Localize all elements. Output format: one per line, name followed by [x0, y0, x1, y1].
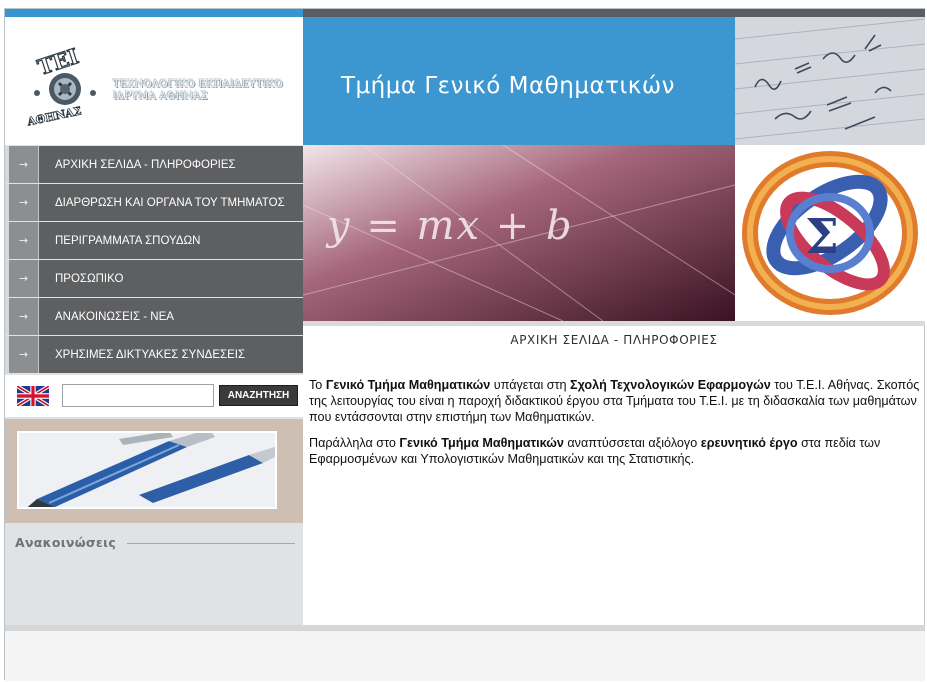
- svg-text:ΑΘΗΝΑΣ: ΑΘΗΝΑΣ: [25, 104, 83, 127]
- left-sidebar: ΤΕΙ ΑΘΗΝΑΣ ΤΕΧΝΟΛΟΓΙΚΟ ΕΚΠΑΙΔΕΥΤΙΚΟ ΙΔΡΥ…: [5, 9, 303, 625]
- footer: [5, 631, 925, 681]
- p2-bold-b: Γενικό Τμήμα Μαθηματικών: [399, 436, 564, 450]
- banner-equation: y = mx + b: [327, 203, 574, 249]
- top-accent-bar-left: [5, 9, 303, 17]
- institution-name-line2: ΙΔΡΥΜΑ ΑΘΗΝΑΣ: [113, 91, 208, 102]
- paragraph-1: Το Γενικό Τμήμα Μαθηματικών υπάγεται στη…: [309, 377, 921, 425]
- handwritten-math-illustration-icon: [735, 9, 925, 145]
- announcements-title: Ανακοινώσεις: [15, 535, 117, 550]
- p2-text-c: αναπτύσσεται αξιόλογο: [563, 436, 701, 450]
- p1-text-c: υπάγεται στη: [490, 378, 571, 392]
- search-bar: ΑΝΑΖΗΤΗΣΗ: [5, 375, 303, 417]
- pens-image: [5, 419, 303, 523]
- menu-item-news[interactable]: → ΑΝΑΚΟΙΝΩΣΕΙΣ - ΝΕΑ: [5, 298, 303, 335]
- menu-item-label: ΑΝΑΚΟΙΝΩΣΕΙΣ - ΝΕΑ: [55, 310, 174, 323]
- menu-item-links[interactable]: → ΧΡΗΣΙΜΕΣ ΔΙΚΤΥΑΚΕΣ ΣΥΝΔΕΣΕΙΣ: [5, 336, 303, 373]
- uk-flag-icon[interactable]: [17, 386, 49, 406]
- arrow-right-icon: →: [9, 222, 39, 259]
- institution-name: ΤΕΧΝΟΛΟΓΙΚΟ ΕΚΠΑΙΔΕΥΤΙΚΟ ΙΔΡΥΜΑ ΑΘΗΝΑΣ: [113, 79, 283, 103]
- main-content: Το Γενικό Τμήμα Μαθηματικών υπάγεται στη…: [309, 377, 921, 477]
- menu-item-label: ΔΙΑΡΘΡΩΣΗ ΚΑΙ ΟΡΓΑΝΑ ΤΟΥ ΤΜΗΜΑΤΟΣ: [55, 196, 285, 209]
- sigma-torus-image: Σ: [735, 145, 925, 321]
- pens-illustration-icon: [19, 433, 275, 507]
- sigma-torus-icon: Σ: [735, 145, 925, 321]
- department-title: Τμήμα Γενικό Μαθηματικών: [341, 73, 675, 99]
- search-input[interactable]: [62, 384, 214, 407]
- menu-item-label: ΧΡΗΣΙΜΕΣ ΔΙΚΤΥΑΚΕΣ ΣΥΝΔΕΣΕΙΣ: [55, 348, 246, 361]
- arrow-right-icon: →: [9, 260, 39, 297]
- arrow-right-icon: →: [9, 298, 39, 335]
- p2-text-a: Παράλληλα στο: [309, 436, 400, 450]
- tei-logo-emblem-icon: ΤΕΙ ΑΘΗΝΑΣ: [25, 47, 96, 127]
- institution-name-line1: ΤΕΧΝΟΛΟΓΙΚΟ ΕΚΠΑΙΔΕΥΤΙΚΟ: [113, 79, 284, 90]
- header-banner: Τμήμα Γενικό Μαθηματικών: [303, 17, 735, 145]
- menu-item-curricula[interactable]: → ΠΕΡΙΓΡΑΜΜΑΤΑ ΣΠΟΥΔΩΝ: [5, 222, 303, 259]
- paragraph-2: Παράλληλα στο Γενικό Τμήμα Μαθηματικών α…: [309, 435, 921, 467]
- menu-item-home[interactable]: → ΑΡΧΙΚΗ ΣΕΛΙΔΑ - ΠΛΗΡΟΦΟΡΙΕΣ: [5, 146, 303, 183]
- menu-item-label: ΠΕΡΙΓΡΑΜΜΑΤΑ ΣΠΟΥΔΩΝ: [55, 234, 201, 247]
- arrow-right-icon: →: [9, 146, 39, 183]
- math-notes-photo: [735, 9, 925, 145]
- announcements-divider: [127, 543, 295, 544]
- main-menu: → ΑΡΧΙΚΗ ΣΕΛΙΔΑ - ΠΛΗΡΟΦΟΡΙΕΣ → ΔΙΑΡΘΡΩΣ…: [5, 146, 303, 374]
- p1-bold-b: Γενικό Τμήμα Μαθηματικών: [325, 378, 491, 392]
- menu-item-staff[interactable]: → ΠΡΟΣΩΠΙΚΟ: [5, 260, 303, 297]
- p1-text-a: Το: [309, 378, 326, 392]
- top-accent-bar-right: [303, 9, 735, 17]
- pens-photo: [17, 431, 277, 509]
- p1-bold-d: Σχολή Τεχνολογικών Εφαρμογών: [570, 378, 771, 392]
- search-button[interactable]: ΑΝΑΖΗΤΗΣΗ: [219, 385, 298, 406]
- p2-bold-d: ερευνητικό έργο: [700, 436, 798, 450]
- arrow-right-icon: →: [9, 184, 39, 221]
- arrow-right-icon: →: [9, 336, 39, 373]
- menu-item-label: ΠΡΟΣΩΠΙΚΟ: [55, 272, 124, 285]
- page-frame: ΤΕΙ ΑΘΗΝΑΣ ΤΕΧΝΟΛΟΓΙΚΟ ΕΚΠΑΙΔΕΥΤΙΚΟ ΙΔΡΥ…: [4, 8, 925, 681]
- equation-banner: y = mx + b: [303, 145, 735, 321]
- content-separator: [303, 321, 925, 326]
- page-title: ΑΡΧΙΚΗ ΣΕΛΙΔΑ - ΠΛΗΡΟΦΟΡΙΕΣ: [510, 333, 718, 347]
- logo-area[interactable]: ΤΕΙ ΑΘΗΝΑΣ ΤΕΧΝΟΛΟΓΙΚΟ ΕΚΠΑΙΔΕΥΤΙΚΟ ΙΔΡΥ…: [5, 17, 303, 145]
- svg-text:Σ: Σ: [805, 209, 839, 265]
- menu-item-label: ΑΡΧΙΚΗ ΣΕΛΙΔΑ - ΠΛΗΡΟΦΟΡΙΕΣ: [55, 158, 236, 171]
- menu-item-structure[interactable]: → ΔΙΑΡΘΡΩΣΗ ΚΑΙ ΟΡΓΑΝΑ ΤΟΥ ΤΜΗΜΑΤΟΣ: [5, 184, 303, 221]
